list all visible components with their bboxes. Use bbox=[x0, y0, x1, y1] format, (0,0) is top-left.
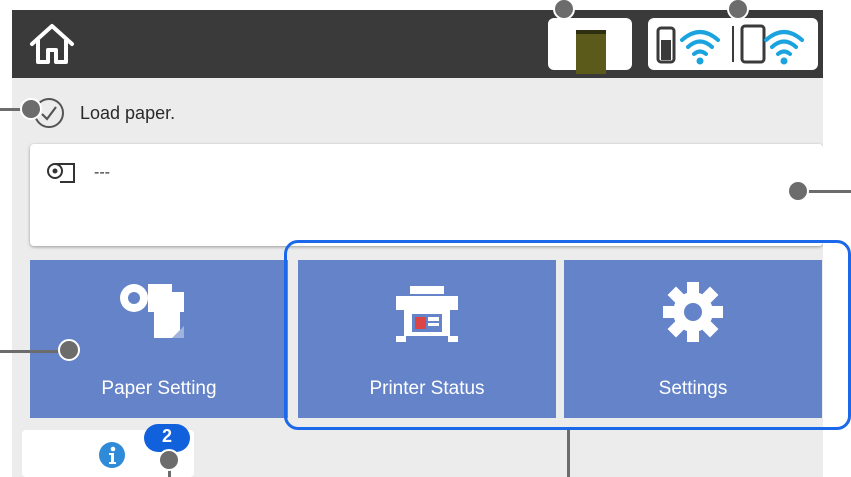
status-line: Load paper. bbox=[32, 98, 175, 128]
callout-line bbox=[806, 190, 851, 193]
settings-tile[interactable]: Settings bbox=[564, 260, 822, 418]
paper-value: --- bbox=[94, 164, 110, 181]
wifi-printer-icon bbox=[656, 26, 720, 65]
wifi-direct-icon bbox=[740, 24, 804, 65]
printer-home-screen: Load paper. --- Paper Setting Printer St… bbox=[12, 10, 823, 477]
notification-badge: 2 bbox=[144, 424, 190, 452]
info-icon bbox=[99, 442, 125, 468]
network-status-button[interactable] bbox=[648, 18, 818, 70]
settings-label: Settings bbox=[658, 378, 728, 399]
paper-setting-label: Paper Setting bbox=[101, 378, 217, 399]
callout-marker bbox=[20, 98, 42, 120]
callout-marker bbox=[58, 339, 80, 361]
callout-line bbox=[0, 108, 22, 111]
paper-roll-icon bbox=[47, 163, 75, 183]
callout-marker bbox=[158, 449, 180, 471]
callout-marker bbox=[787, 180, 809, 202]
callout-line bbox=[0, 350, 64, 353]
ink-status-button[interactable] bbox=[548, 18, 632, 74]
callout-line bbox=[567, 430, 570, 477]
status-message: Load paper. bbox=[80, 102, 176, 123]
paper-info-panel[interactable]: --- bbox=[30, 144, 823, 246]
printer-status-tile[interactable]: Printer Status bbox=[298, 260, 556, 418]
paper-roll-icon bbox=[120, 284, 184, 338]
printer-status-label: Printer Status bbox=[369, 378, 485, 399]
printer-icon bbox=[396, 286, 458, 342]
home-button[interactable] bbox=[26, 20, 78, 68]
ink-level-icon bbox=[576, 30, 606, 74]
top-bar bbox=[12, 10, 823, 78]
home-icon bbox=[30, 24, 74, 64]
gear-icon bbox=[663, 282, 723, 342]
